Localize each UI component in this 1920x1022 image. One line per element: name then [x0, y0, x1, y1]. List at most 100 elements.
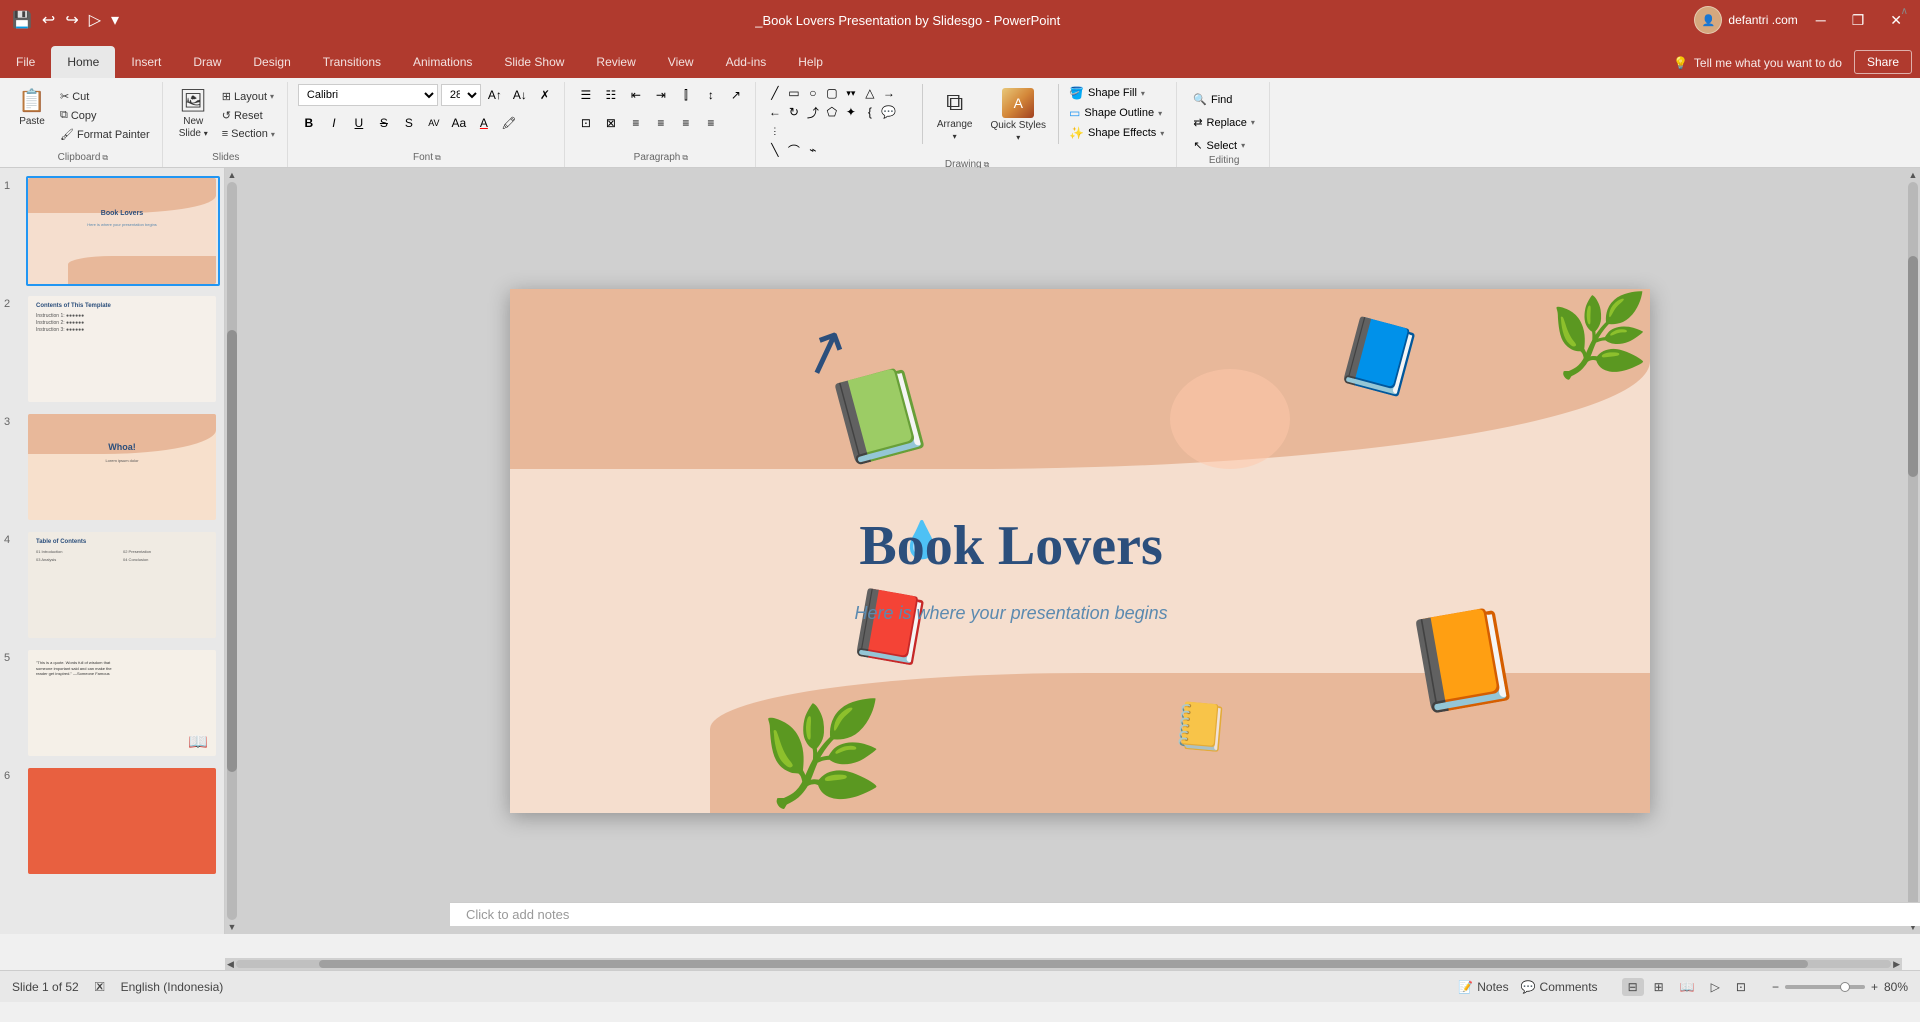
slide-item[interactable]: 1 Book Lovers Here is where your present… — [4, 176, 220, 286]
align-right-button[interactable]: ≡ — [675, 112, 697, 134]
quick-styles-button[interactable]: A Quick Styles ▾ — [984, 84, 1052, 146]
slide-thumbnail[interactable]: Contents of This Template Instruction 1:… — [26, 294, 220, 404]
reading-view-button[interactable]: 📖 — [1674, 978, 1701, 996]
user-profile[interactable]: 👤 defantri .com — [1694, 6, 1797, 34]
tab-file[interactable]: File — [0, 46, 51, 78]
rect-shape[interactable]: ▭ — [785, 84, 803, 102]
copy-button[interactable]: ⧉ Copy — [56, 107, 154, 124]
zoom-slider[interactable] — [1785, 985, 1865, 989]
ribbon-collapse-button[interactable]: ∧ — [1897, 4, 1912, 19]
bullets-button[interactable]: ☰ — [575, 84, 597, 106]
format-painter-button[interactable]: 🖌 Format Painter — [56, 126, 154, 143]
italic-button[interactable]: I — [323, 112, 345, 134]
smart-art-button[interactable]: ↗ — [725, 84, 747, 106]
slide-thumbnail[interactable] — [26, 766, 220, 876]
oval-shape[interactable]: ○ — [804, 84, 822, 102]
columns-button[interactable]: ⫿ — [675, 84, 697, 106]
minimize-button[interactable]: ─ — [1808, 8, 1834, 32]
align-text-button[interactable]: ⊠ — [600, 112, 622, 134]
new-slide-button[interactable]: 🖼 NewSlide ▾ — [173, 84, 214, 146]
replace-button[interactable]: ⇄ Replace ▾ — [1187, 113, 1261, 132]
notes-toggle[interactable]: 📝 Notes — [1458, 980, 1508, 994]
normal-view-button[interactable]: ⊟ — [1622, 978, 1644, 996]
shape-gallery-more[interactable]: ⋮ — [766, 122, 784, 140]
slide-thumbnail[interactable]: Table of Contents 01 Introduction02 Pres… — [26, 530, 220, 640]
slide-item[interactable]: 3 Whoa! Lorem ipsum dolor — [4, 412, 220, 522]
indent-less-button[interactable]: ⇤ — [625, 84, 647, 106]
slide-thumbnail[interactable]: Book Lovers Here is where your presentat… — [26, 176, 220, 286]
comments-toggle[interactable]: 💬 Comments — [1521, 980, 1598, 994]
layout-button[interactable]: ⊞ Layout ▾ — [218, 88, 279, 105]
clipboard-expander-icon[interactable]: ⧉ — [102, 153, 108, 163]
shape-effects-button[interactable]: ✨ Shape Effects ▾ — [1065, 124, 1168, 142]
line-spacing-button[interactable]: ↕ — [700, 84, 722, 106]
pentagon-shape[interactable]: ⬠ — [823, 103, 841, 121]
clear-format-button[interactable]: ✗ — [534, 84, 556, 106]
slide-item[interactable]: 4 Table of Contents 01 Introduction02 Pr… — [4, 530, 220, 640]
cut-button[interactable]: ✂ Cut — [56, 88, 154, 105]
tab-transitions[interactable]: Transitions — [307, 46, 397, 78]
slideshow-button[interactable]: ▷ — [1705, 978, 1726, 996]
slide-item[interactable]: 5 "This is a quote. Words full of wisdom… — [4, 648, 220, 758]
curve-shape[interactable]: ⌒ — [785, 141, 803, 159]
arrow-right-shape[interactable]: → — [880, 84, 898, 102]
tab-animations[interactable]: Animations — [397, 46, 488, 78]
shape-outline-button[interactable]: ▭ Shape Outline ▾ — [1065, 104, 1168, 122]
text-direction-button[interactable]: ⊡ — [575, 112, 597, 134]
indent-more-button[interactable]: ⇥ — [650, 84, 672, 106]
slide-item[interactable]: 2 Contents of This Template Instruction … — [4, 294, 220, 404]
arrange-button[interactable]: ⧉ Arrange ▾ — [929, 84, 981, 146]
rounded-rect-shape[interactable]: ▢ — [823, 84, 841, 102]
vertical-scrollbar-right[interactable]: ▲ ▼ — [1906, 168, 1920, 934]
tab-view[interactable]: View — [652, 46, 710, 78]
redo-button[interactable]: ↪ — [63, 8, 80, 32]
presenter-view-button[interactable]: ⊡ — [1730, 978, 1752, 996]
scroll-down-icon[interactable]: ▼ — [228, 922, 237, 932]
change-case-button[interactable]: Aa — [448, 112, 470, 134]
select-button[interactable]: ↖ Select ▾ — [1187, 136, 1251, 155]
zoom-in-button[interactable]: + — [1871, 980, 1878, 994]
tab-slideshow[interactable]: Slide Show — [488, 46, 580, 78]
line-shape[interactable]: ╱ — [766, 84, 784, 102]
slide-sorter-button[interactable]: ⊞ — [1648, 978, 1670, 996]
speech-shape[interactable]: 💬 — [880, 103, 898, 121]
highlight-button[interactable]: 🖍 — [498, 112, 520, 134]
arrow-left-shape[interactable]: ← — [766, 103, 784, 121]
paragraph-expander-icon[interactable]: ⧉ — [682, 153, 688, 163]
find-button[interactable]: 🔍 Find — [1187, 90, 1238, 109]
bend-shape[interactable]: ⤴ — [804, 103, 822, 121]
connector-shape[interactable]: ⌁ — [804, 141, 822, 159]
font-size-select[interactable]: 28 — [441, 84, 481, 106]
reset-button[interactable]: ↺ Reset — [218, 107, 279, 124]
strikethrough-button[interactable]: S — [373, 112, 395, 134]
customize-qat-button[interactable]: ▾ — [109, 8, 121, 32]
present-button[interactable]: ▷ — [87, 8, 103, 32]
tab-draw[interactable]: Draw — [177, 46, 237, 78]
tab-home[interactable]: Home — [51, 46, 115, 78]
shape-fill-button[interactable]: 🪣 Shape Fill ▾ — [1065, 84, 1168, 102]
scroll-up-right-icon[interactable]: ▲ — [1909, 170, 1918, 180]
scroll-right-icon[interactable]: ▶ — [1893, 959, 1900, 970]
horizontal-scrollbar[interactable]: ◀ ▶ — [225, 958, 1902, 970]
section-button[interactable]: ≡ Section ▾ — [218, 126, 279, 142]
brace-shape[interactable]: { — [861, 103, 879, 121]
freeform-shape[interactable]: ╲ — [766, 141, 784, 159]
tab-review[interactable]: Review — [580, 46, 651, 78]
slide-item[interactable]: 6 — [4, 766, 220, 876]
undo-button[interactable]: ↩ — [40, 8, 57, 32]
numbering-button[interactable]: ☷ — [600, 84, 622, 106]
tab-design[interactable]: Design — [237, 46, 306, 78]
slide-thumbnail[interactable]: "This is a quote. Words full of wisdom t… — [26, 648, 220, 758]
shapes-more[interactable]: ▾▾ — [842, 84, 860, 102]
tab-addins[interactable]: Add-ins — [710, 46, 783, 78]
spelling-check-icon[interactable]: 🗷 — [95, 979, 105, 995]
underline-button[interactable]: U — [348, 112, 370, 134]
scroll-up-icon[interactable]: ▲ — [228, 170, 237, 180]
text-shadow-button[interactable]: S — [398, 112, 420, 134]
font-family-select[interactable]: Calibri — [298, 84, 438, 106]
font-decrease-button[interactable]: A↓ — [509, 84, 531, 106]
font-color-button[interactable]: A — [473, 112, 495, 134]
scroll-left-icon[interactable]: ◀ — [227, 959, 234, 970]
slide-thumbnail[interactable]: Whoa! Lorem ipsum dolor — [26, 412, 220, 522]
tab-help[interactable]: Help — [782, 46, 839, 78]
